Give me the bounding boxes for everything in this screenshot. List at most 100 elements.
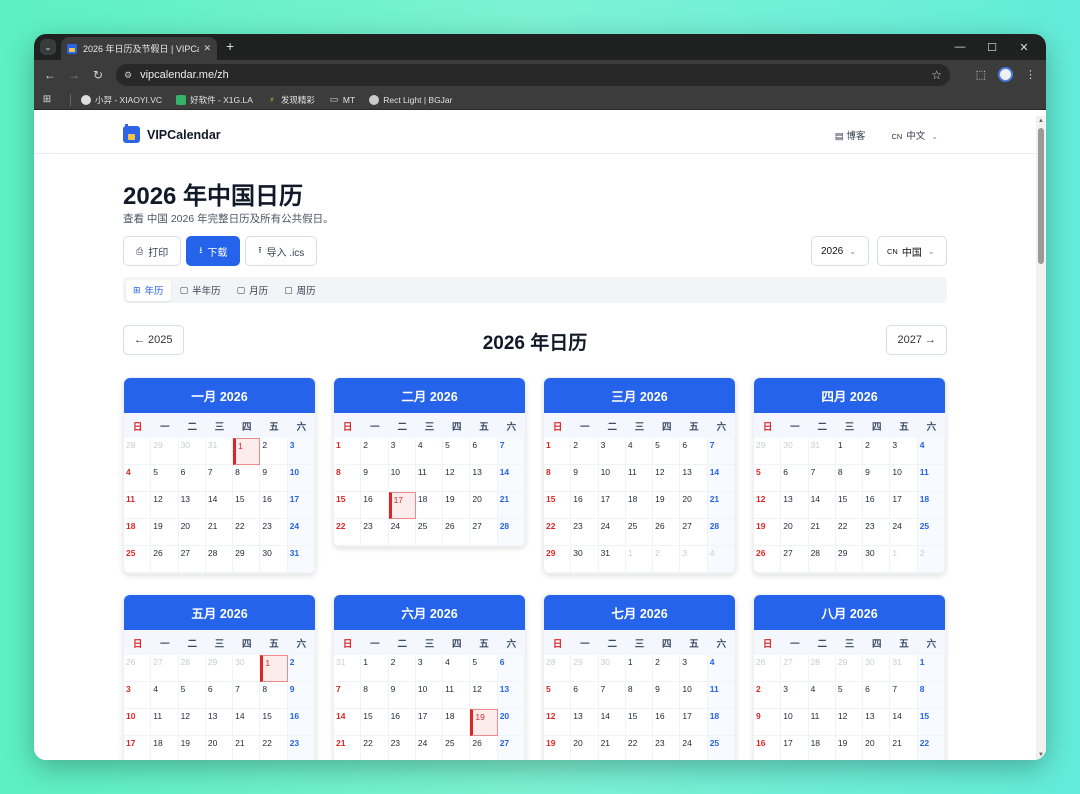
day-cell[interactable]: 27 bbox=[151, 655, 179, 682]
day-cell[interactable]: 1 bbox=[917, 655, 945, 682]
day-cell[interactable]: 6 bbox=[863, 682, 891, 709]
day-cell[interactable]: 4 bbox=[707, 546, 735, 573]
day-cell[interactable]: 28 bbox=[808, 655, 836, 682]
day-cell[interactable]: 15 bbox=[544, 492, 572, 519]
day-cell[interactable]: 30 bbox=[571, 546, 599, 573]
day-cell[interactable]: 3 bbox=[287, 438, 315, 465]
day-cell[interactable]: 1 bbox=[361, 655, 389, 682]
day-cell[interactable]: 3 bbox=[781, 682, 809, 709]
day-cell[interactable]: 1 bbox=[835, 438, 864, 465]
day-cell[interactable]: 28 bbox=[497, 519, 525, 546]
day-cell[interactable]: 6 bbox=[205, 682, 234, 709]
holiday-day-cell[interactable]: 19 bbox=[470, 709, 498, 736]
day-cell[interactable]: 25 bbox=[415, 519, 444, 546]
day-cell[interactable]: 23 bbox=[287, 736, 315, 760]
tab-search-icon[interactable]: ⌄ bbox=[40, 39, 56, 55]
day-cell[interactable]: 26 bbox=[653, 519, 681, 546]
day-cell[interactable]: 24 bbox=[416, 736, 444, 760]
day-cell[interactable]: 3 bbox=[680, 655, 708, 682]
day-cell[interactable]: 8 bbox=[544, 465, 572, 492]
day-cell[interactable]: 3 bbox=[388, 438, 416, 465]
day-cell[interactable]: 7 bbox=[497, 438, 525, 465]
holiday-day-cell[interactable]: 17 bbox=[388, 492, 416, 519]
day-cell[interactable]: 13 bbox=[205, 709, 234, 736]
day-cell[interactable]: 3 bbox=[124, 682, 152, 709]
day-cell[interactable]: 31 bbox=[287, 546, 315, 573]
day-cell[interactable]: 20 bbox=[863, 736, 891, 760]
day-cell[interactable]: 18 bbox=[124, 519, 152, 546]
day-cell[interactable]: 16 bbox=[653, 709, 681, 736]
day-cell[interactable]: 15 bbox=[625, 709, 654, 736]
day-cell[interactable]: 22 bbox=[917, 736, 945, 760]
day-cell[interactable]: 20 bbox=[178, 519, 206, 546]
day-cell[interactable]: 23 bbox=[653, 736, 681, 760]
day-cell[interactable]: 18 bbox=[151, 736, 179, 760]
day-cell[interactable]: 11 bbox=[625, 465, 654, 492]
day-cell[interactable]: 29 bbox=[233, 546, 261, 573]
day-cell[interactable]: 7 bbox=[334, 682, 362, 709]
day-cell[interactable]: 29 bbox=[754, 438, 782, 465]
day-cell[interactable]: 2 bbox=[260, 438, 288, 465]
site-info-icon[interactable]: ⚙ bbox=[124, 70, 132, 81]
day-cell[interactable]: 17 bbox=[287, 492, 315, 519]
day-cell[interactable]: 25 bbox=[124, 546, 152, 573]
day-cell[interactable]: 21 bbox=[890, 736, 918, 760]
day-cell[interactable]: 26 bbox=[754, 655, 782, 682]
day-cell[interactable]: 9 bbox=[388, 682, 416, 709]
day-cell[interactable]: 1 bbox=[890, 546, 918, 573]
day-cell[interactable]: 14 bbox=[598, 709, 626, 736]
day-cell[interactable]: 28 bbox=[707, 519, 735, 546]
day-cell[interactable]: 30 bbox=[598, 655, 626, 682]
day-cell[interactable]: 26 bbox=[470, 736, 498, 760]
day-cell[interactable]: 5 bbox=[470, 655, 498, 682]
day-cell[interactable]: 7 bbox=[890, 682, 918, 709]
day-cell[interactable]: 13 bbox=[571, 709, 599, 736]
back-icon[interactable]: ← bbox=[38, 68, 62, 82]
bookmark-star-icon[interactable]: ☆ bbox=[931, 68, 942, 82]
day-cell[interactable]: 14 bbox=[233, 709, 261, 736]
day-cell[interactable]: 30 bbox=[781, 438, 809, 465]
day-cell[interactable]: 25 bbox=[443, 736, 471, 760]
day-cell[interactable]: 12 bbox=[544, 709, 572, 736]
day-cell[interactable]: 21 bbox=[334, 736, 362, 760]
day-cell[interactable]: 24 bbox=[680, 736, 708, 760]
day-cell[interactable]: 2 bbox=[754, 682, 782, 709]
day-cell[interactable]: 23 bbox=[389, 736, 416, 760]
profile-avatar[interactable] bbox=[998, 67, 1013, 82]
day-cell[interactable]: 17 bbox=[680, 709, 708, 736]
day-cell[interactable]: 8 bbox=[334, 465, 362, 492]
day-cell[interactable]: 27 bbox=[781, 655, 809, 682]
day-cell[interactable]: 9 bbox=[754, 709, 782, 736]
bookmark-item[interactable]: ⚡ 发现精彩 bbox=[267, 94, 314, 106]
active-tab[interactable]: 2026 年日历及节假日 | VIPCal... ✕ bbox=[61, 37, 217, 60]
day-cell[interactable]: 9 bbox=[361, 465, 389, 492]
day-cell[interactable]: 15 bbox=[334, 492, 362, 519]
day-cell[interactable]: 1 bbox=[625, 546, 654, 573]
day-cell[interactable]: 9 bbox=[571, 465, 599, 492]
day-cell[interactable]: 5 bbox=[544, 682, 572, 709]
day-cell[interactable]: 18 bbox=[707, 709, 735, 736]
day-cell[interactable]: 13 bbox=[178, 492, 206, 519]
year-select[interactable]: 2026 ⌄ bbox=[811, 236, 869, 266]
day-cell[interactable]: 14 bbox=[205, 492, 234, 519]
day-cell[interactable]: 14 bbox=[890, 709, 918, 736]
day-cell[interactable]: 16 bbox=[754, 736, 782, 760]
day-cell[interactable]: 5 bbox=[443, 438, 471, 465]
day-cell[interactable]: 27 bbox=[178, 546, 206, 573]
day-cell[interactable]: 2 bbox=[361, 438, 389, 465]
day-cell[interactable]: 5 bbox=[178, 682, 206, 709]
day-cell[interactable]: 24 bbox=[890, 519, 918, 546]
day-cell[interactable]: 31 bbox=[598, 546, 626, 573]
day-cell[interactable]: 29 bbox=[835, 546, 864, 573]
day-cell[interactable]: 14 bbox=[707, 465, 735, 492]
maximize-icon[interactable]: ☐ bbox=[976, 34, 1008, 60]
reload-icon[interactable]: ↻ bbox=[86, 68, 110, 82]
day-cell[interactable]: 8 bbox=[625, 682, 654, 709]
day-cell[interactable]: 18 bbox=[809, 736, 836, 760]
day-cell[interactable]: 20 bbox=[781, 519, 809, 546]
day-cell[interactable]: 27 bbox=[781, 546, 809, 573]
day-cell[interactable]: 17 bbox=[124, 736, 152, 760]
day-cell[interactable]: 29 bbox=[835, 655, 864, 682]
day-cell[interactable]: 3 bbox=[680, 546, 708, 573]
day-cell[interactable]: 1 bbox=[334, 438, 362, 465]
